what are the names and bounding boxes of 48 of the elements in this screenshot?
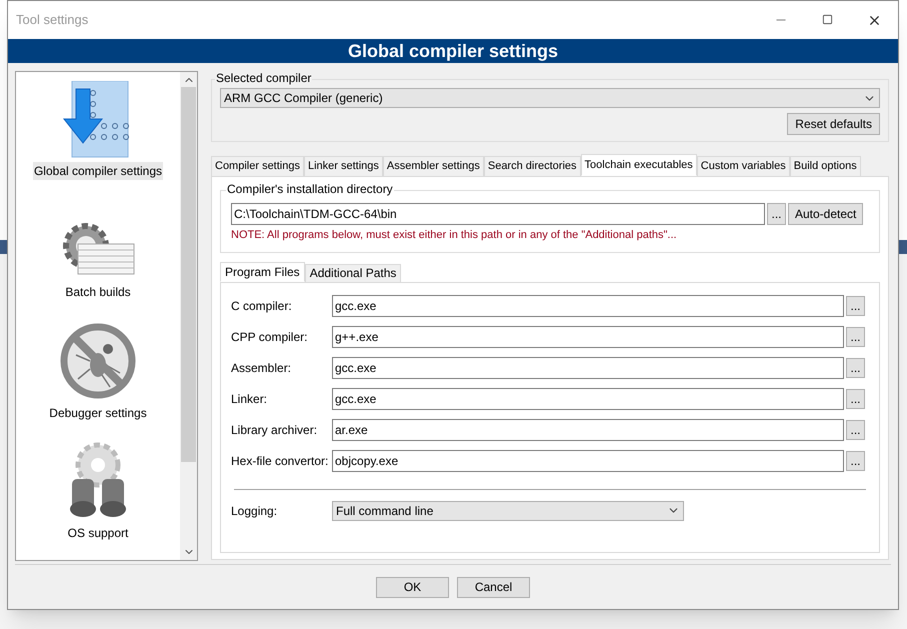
browse-button[interactable]: ... [846,296,865,316]
tab[interactable]: Compiler settings [211,156,304,176]
program-field[interactable]: objcopy.exe [332,450,844,472]
tab[interactable]: Toolchain executables [580,154,697,176]
no-bug-icon [58,320,138,400]
program-field[interactable]: gcc.exe [332,357,844,379]
tab[interactable]: Build options [790,156,861,176]
tab[interactable]: Program Files [220,262,305,282]
browse-button[interactable]: ... [767,203,786,225]
dialog-button[interactable]: OK [376,576,449,598]
sidebar-item[interactable]: Batch builds [16,198,180,318]
sidebar-item[interactable]: Debugger settings [16,318,180,440]
reset-defaults-button[interactable]: Reset defaults [787,113,880,135]
dialog-button[interactable]: Cancel [457,576,530,598]
field-label: Logging: [231,502,278,520]
browse-button[interactable]: ... [846,451,865,471]
program-field[interactable]: g++.exe [332,326,844,348]
field-label: CPP compiler: [231,329,308,346]
sidebar-item[interactable]: OS support [16,439,180,560]
browse-button[interactable]: ... [846,389,865,409]
scrollbar[interactable] [180,72,197,560]
tab[interactable]: Assembler settings [382,156,484,176]
group-legend: Compiler's installation directory [226,182,394,196]
browse-button[interactable]: ... [846,358,865,378]
logging-dropdown[interactable]: Full command line [332,500,684,520]
browse-button[interactable]: ... [846,327,865,347]
window-title: Tool settings [16,11,88,30]
field-label: Assembler: [231,360,292,377]
dialog-header: Global compiler settings [8,39,898,63]
group-legend: Selected compiler [215,71,312,85]
note-text: NOTE: All programs below, must exist either in this path or in any of the "Additional paths"... [231,228,678,243]
field-label: Linker: [231,391,268,408]
tab[interactable]: Search directories [484,156,581,176]
auto-detect-button[interactable]: Auto-detect [788,203,864,225]
tab[interactable]: Custom variables [696,156,790,176]
maximize-icon[interactable] [822,14,833,24]
program-field[interactable]: gcc.exe [332,295,844,317]
field-label: C compiler: [231,298,293,315]
browse-button[interactable]: ... [846,420,865,440]
program-field[interactable]: ar.exe [332,419,844,441]
compiler-dropdown[interactable]: ARM GCC Compiler (generic) [220,88,880,108]
tab[interactable]: Additional Paths [304,264,402,282]
install-path-field[interactable]: C:\Toolchain\TDM-GCC-64\bin [231,203,765,225]
field-label: Hex-file convertor: [231,453,330,470]
program-field[interactable]: gcc.exe [332,388,844,410]
sidebar-item[interactable]: Global compiler settings [16,77,180,198]
field-label: Library archiver: [231,422,318,439]
tab[interactable]: Linker settings [304,156,383,176]
